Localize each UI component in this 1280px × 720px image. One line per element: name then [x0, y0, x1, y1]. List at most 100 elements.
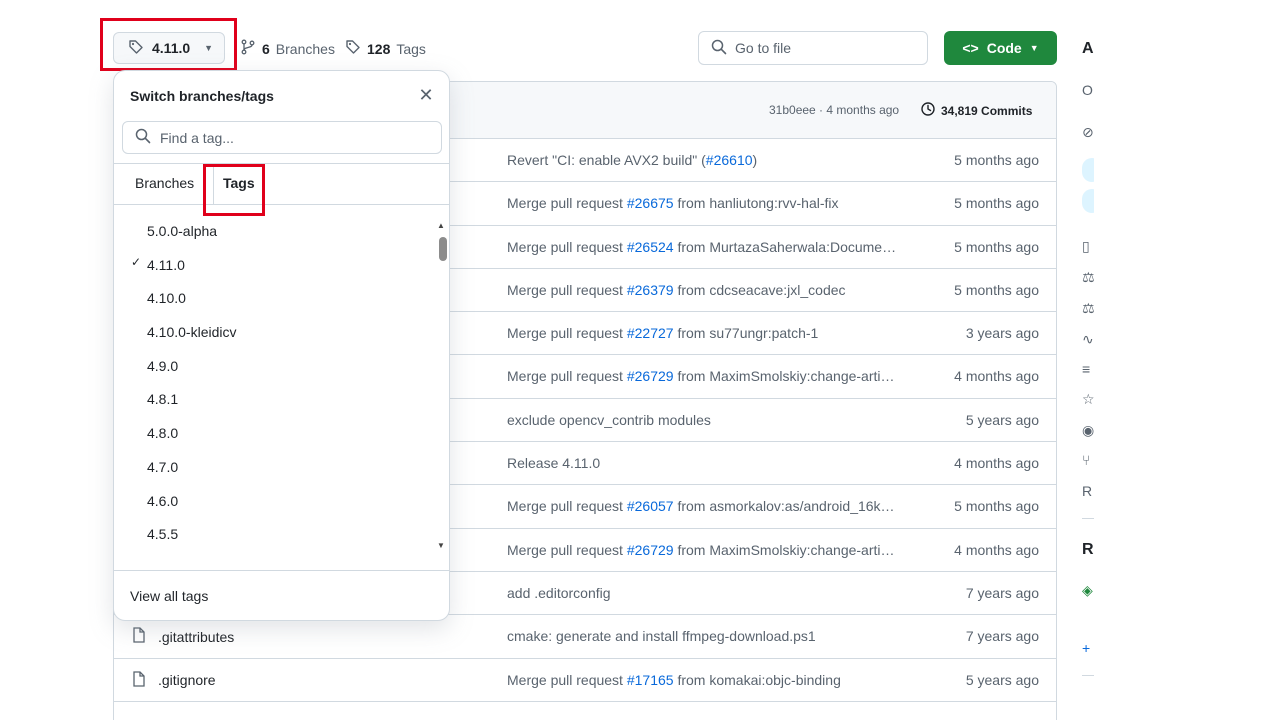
commit-age: 5 months ago	[954, 281, 1039, 298]
commit-message-text: Merge pull request	[507, 368, 627, 385]
plus-link[interactable]: +	[1082, 640, 1090, 656]
file-name[interactable]: .gitattributes	[158, 629, 234, 645]
commit-age: 7 years ago	[965, 584, 1039, 601]
tag-label: 4.7.0	[147, 458, 179, 475]
tag-list-item[interactable]: 4.8.0	[114, 417, 434, 451]
commit-message[interactable]: add .editorconfig	[507, 585, 917, 601]
commit-age: 5 years ago	[965, 411, 1039, 428]
tag-search-field[interactable]	[122, 121, 442, 154]
go-to-file-placeholder: Go to file	[735, 40, 792, 56]
pull-request-link[interactable]: #26729	[627, 368, 674, 384]
pull-request-link[interactable]: #26729	[627, 542, 674, 558]
commit-message[interactable]: Merge pull request #22727 from su77ungr:…	[507, 325, 917, 341]
commit-message-text: add .editorconfig	[507, 584, 611, 601]
tag-list-item[interactable]: 4.10.0-kleidicv	[114, 316, 434, 350]
ref-selector-dropdown: Switch branches/tags ✕ Branches Tags 5.0…	[113, 70, 450, 621]
tag-search-input[interactable]	[160, 129, 420, 146]
commit-message-suffix: from cdcseacave:jxl_codec	[673, 281, 846, 298]
tag-list-item[interactable]: 5.0.0-alpha	[114, 215, 434, 249]
law-icon: ⚖	[1082, 300, 1094, 316]
tag-list-item[interactable]: 4.8.1	[114, 383, 434, 417]
law-icon: ⚖	[1082, 269, 1094, 285]
scroll-up-arrow-icon[interactable]: ▲	[437, 221, 445, 230]
tag-list-item[interactable]: ✓ 4.11.0	[114, 249, 434, 283]
pull-request-link[interactable]: #26524	[627, 239, 674, 255]
tag-label: 5.0.0-alpha	[147, 223, 218, 239]
eye-icon: ◉	[1082, 422, 1094, 438]
book-icon: ▯	[1082, 238, 1090, 254]
pull-request-link[interactable]: #26379	[627, 282, 674, 298]
about-sidebar: A O ⊘ ▯ ⚖ ⚖ ∿ ≡ ☆ ◉ ⑂ R R ◈ +	[1082, 38, 1094, 718]
tag-list-item[interactable]: 4.9.0	[114, 350, 434, 384]
commit-message-text: cmake: generate and install ffmpeg-downl…	[507, 628, 816, 645]
commit-message[interactable]: Release 4.11.0	[507, 455, 917, 471]
topic-badge[interactable]	[1082, 189, 1094, 213]
tag-label: 4.11.0	[147, 256, 185, 273]
commit-age: 5 months ago	[954, 195, 1039, 212]
pull-request-link[interactable]: #26057	[627, 498, 674, 514]
commits-link[interactable]: 34,819 Commits	[920, 101, 1032, 120]
tag-label: 4.10.0	[147, 290, 186, 307]
tag-icon	[345, 39, 361, 58]
commit-age: 4 months ago	[954, 455, 1039, 472]
commit-message[interactable]: Merge pull request #26057 from asmorkalo…	[507, 498, 917, 514]
file-name[interactable]: .gitignore	[158, 672, 216, 688]
tags-link[interactable]: 128 Tags	[345, 39, 426, 58]
pull-request-link[interactable]: #26675	[627, 195, 674, 211]
tags-label: Tags	[396, 40, 426, 57]
tag-list-item[interactable]: 4.5.5	[114, 518, 434, 552]
sidebar-heading-about: A	[1082, 40, 1094, 57]
chevron-down-icon: ▼	[1029, 43, 1039, 53]
tag-list-item[interactable]: 4.6.0	[114, 485, 434, 519]
commit-message[interactable]: exclude opencv_contrib modules	[507, 412, 917, 428]
commit-message[interactable]: Merge pull request #26729 from MaximSmol…	[507, 542, 917, 558]
commit-message-suffix: from MaximSmolskiy:change-arti…	[673, 368, 895, 385]
commit-age: 5 months ago	[954, 498, 1039, 515]
tag-label: 4.9.0	[147, 357, 179, 374]
commit-age: 5 years ago	[965, 671, 1039, 688]
commit-age: 3 years ago	[965, 325, 1039, 342]
table-row: .gitignore Merge pull request #17165 from…	[114, 659, 1056, 702]
topic-badge[interactable]	[1082, 158, 1094, 182]
file-name-cell[interactable]: .gitignore	[132, 670, 216, 690]
close-icon[interactable]: ✕	[416, 85, 436, 105]
commit-age: 7 years ago	[965, 628, 1039, 645]
code-button[interactable]: <> Code ▼	[944, 31, 1057, 65]
latest-commit-info[interactable]: 31b0eee · 4 months ago	[769, 103, 899, 117]
branches-count: 6	[262, 40, 270, 57]
go-to-file-input[interactable]: Go to file	[698, 31, 928, 65]
tag-list-item[interactable]: 4.7.0	[114, 451, 434, 485]
commit-message[interactable]: Merge pull request #17165 from komakai:o…	[507, 672, 917, 688]
commit-message-text: Merge pull request	[507, 281, 627, 298]
commit-message[interactable]: Merge pull request #26675 from hanliuton…	[507, 195, 917, 211]
tag-label: 4.6.0	[147, 492, 179, 509]
commit-age: 5 months ago	[954, 152, 1039, 168]
commit-message-text: Merge pull request	[507, 541, 627, 558]
view-all-tags-link[interactable]: View all tags	[130, 588, 208, 604]
pull-request-link[interactable]: #22727	[627, 325, 674, 341]
file-name-cell[interactable]: .gitattributes	[132, 627, 234, 646]
check-icon: ✓	[131, 254, 142, 269]
commit-message[interactable]: Merge pull request #26524 from MurtazaSa…	[507, 239, 917, 255]
search-icon	[135, 128, 151, 147]
branches-label: Branches	[275, 40, 335, 57]
code-icon: <>	[962, 40, 979, 56]
commit-message[interactable]: Merge pull request #26379 from cdcseacav…	[507, 282, 917, 298]
commit-message[interactable]: Revert "CI: enable AVX2 build" (#26610)	[507, 152, 917, 168]
file-icon	[132, 627, 146, 646]
history-icon	[920, 101, 936, 120]
tag-list: 5.0.0-alpha ✓ 4.11.0 4.10.0 4.10.0-kleidicv 4…	[114, 215, 434, 555]
pull-request-link[interactable]: #26610	[706, 152, 753, 168]
scroll-down-arrow-icon[interactable]: ▼	[437, 541, 445, 550]
commit-message[interactable]: cmake: generate and install ffmpeg-downl…	[507, 628, 917, 644]
branches-link[interactable]: 6 Branches	[240, 39, 335, 58]
commit-message[interactable]: Merge pull request #26729 from MaximSmol…	[507, 368, 917, 384]
commit-message-text: Merge pull request	[507, 498, 627, 515]
commit-message-suffix: from asmorkalov:as/android_16k…	[673, 498, 895, 515]
tab-branches[interactable]: Branches	[135, 175, 194, 191]
scrollbar-thumb[interactable]	[439, 237, 447, 261]
tag-list-item[interactable]: 4.10.0	[114, 282, 434, 316]
list-icon: ≡	[1082, 361, 1091, 377]
pull-request-link[interactable]: #17165	[627, 672, 674, 688]
code-button-label: Code	[986, 40, 1022, 56]
